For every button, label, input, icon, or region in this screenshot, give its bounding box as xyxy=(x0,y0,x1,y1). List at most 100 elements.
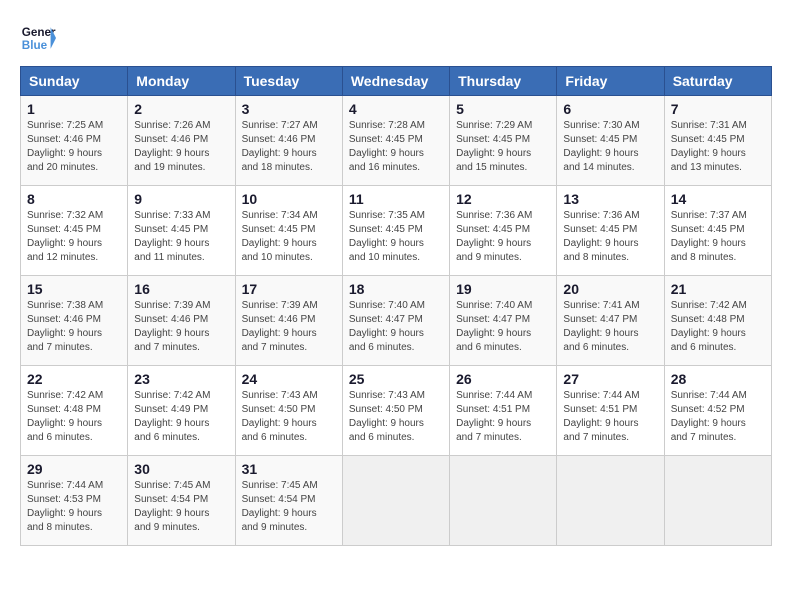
day-info: Sunrise: 7:42 AMSunset: 4:48 PMDaylight:… xyxy=(27,389,121,445)
calendar-cell: 29 Sunrise: 7:44 AMSunset: 4:53 PMDayligh… xyxy=(21,456,128,546)
day-info: Sunrise: 7:44 AMSunset: 4:51 PMDaylight:… xyxy=(456,389,550,445)
day-info: Sunrise: 7:44 AMSunset: 4:52 PMDaylight:… xyxy=(671,389,765,445)
calendar-body: 1Sunrise: 7:25 AMSunset: 4:46 PMDaylight… xyxy=(21,96,772,546)
calendar-cell: 23Sunrise: 7:42 AMSunset: 4:49 PMDayligh… xyxy=(128,366,235,456)
day-number: 3 xyxy=(242,101,336,117)
svg-text:Blue: Blue xyxy=(22,39,48,52)
day-number: 6 xyxy=(563,101,657,117)
calendar-cell: 12 Sunrise: 7:36 AMSunset: 4:45 PMDayligh… xyxy=(450,186,557,276)
day-number: 30 xyxy=(134,461,228,477)
calendar-cell xyxy=(450,456,557,546)
day-number: 21 xyxy=(671,281,765,297)
calendar-cell: 3 Sunrise: 7:27 AMSunset: 4:46 PMDaylight… xyxy=(235,96,342,186)
day-number: 8 xyxy=(27,191,121,207)
day-number: 9 xyxy=(134,191,228,207)
day-number: 25 xyxy=(349,371,443,387)
day-info: Sunrise: 7:44 AMSunset: 4:53 PMDaylight:… xyxy=(27,479,121,535)
day-info: Sunrise: 7:27 AMSunset: 4:46 PMDaylight:… xyxy=(242,119,336,175)
day-info: Sunrise: 7:30 AMSunset: 4:45 PMDaylight:… xyxy=(563,119,657,175)
day-number: 24 xyxy=(242,371,336,387)
day-number: 27 xyxy=(563,371,657,387)
day-info: Sunrise: 7:40 AMSunset: 4:47 PMDaylight:… xyxy=(456,299,550,355)
calendar-cell: 11 Sunrise: 7:35 AMSunset: 4:45 PMDayligh… xyxy=(342,186,449,276)
day-number: 7 xyxy=(671,101,765,117)
day-number: 29 xyxy=(27,461,121,477)
calendar-cell: 15 Sunrise: 7:38 AMSunset: 4:46 PMDayligh… xyxy=(21,276,128,366)
calendar-cell: 25 Sunrise: 7:43 AMSunset: 4:50 PMDayligh… xyxy=(342,366,449,456)
calendar-cell: 17 Sunrise: 7:39 AMSunset: 4:46 PMDayligh… xyxy=(235,276,342,366)
calendar-cell: 28 Sunrise: 7:44 AMSunset: 4:52 PMDayligh… xyxy=(664,366,771,456)
calendar-cell: 26 Sunrise: 7:44 AMSunset: 4:51 PMDayligh… xyxy=(450,366,557,456)
calendar-cell: 16 Sunrise: 7:39 AMSunset: 4:46 PMDayligh… xyxy=(128,276,235,366)
day-header-thursday: Thursday xyxy=(450,67,557,96)
calendar-table: SundayMondayTuesdayWednesdayThursdayFrid… xyxy=(20,66,772,546)
day-info: Sunrise: 7:45 AMSunset: 4:54 PMDaylight:… xyxy=(242,479,336,535)
calendar-cell: 1Sunrise: 7:25 AMSunset: 4:46 PMDaylight… xyxy=(21,96,128,186)
day-info: Sunrise: 7:31 AMSunset: 4:45 PMDaylight:… xyxy=(671,119,765,175)
day-number: 11 xyxy=(349,191,443,207)
day-header-saturday: Saturday xyxy=(664,67,771,96)
day-info: Sunrise: 7:28 AMSunset: 4:45 PMDaylight:… xyxy=(349,119,443,175)
day-number: 23 xyxy=(134,371,228,387)
day-header-friday: Friday xyxy=(557,67,664,96)
day-info: Sunrise: 7:38 AMSunset: 4:46 PMDaylight:… xyxy=(27,299,121,355)
day-number: 10 xyxy=(242,191,336,207)
day-info: Sunrise: 7:33 AMSunset: 4:45 PMDaylight:… xyxy=(134,209,228,265)
day-number: 15 xyxy=(27,281,121,297)
calendar-week-4: 22 Sunrise: 7:42 AMSunset: 4:48 PMDayligh… xyxy=(21,366,772,456)
calendar-cell: 27 Sunrise: 7:44 AMSunset: 4:51 PMDayligh… xyxy=(557,366,664,456)
calendar-cell: 31 Sunrise: 7:45 AMSunset: 4:54 PMDayligh… xyxy=(235,456,342,546)
calendar-cell: 8Sunrise: 7:32 AMSunset: 4:45 PMDaylight… xyxy=(21,186,128,276)
calendar-header: SundayMondayTuesdayWednesdayThursdayFrid… xyxy=(21,67,772,96)
day-info: Sunrise: 7:35 AMSunset: 4:45 PMDaylight:… xyxy=(349,209,443,265)
day-info: Sunrise: 7:34 AMSunset: 4:45 PMDaylight:… xyxy=(242,209,336,265)
day-number: 26 xyxy=(456,371,550,387)
calendar-cell: 10 Sunrise: 7:34 AMSunset: 4:45 PMDayligh… xyxy=(235,186,342,276)
day-info: Sunrise: 7:43 AMSunset: 4:50 PMDaylight:… xyxy=(349,389,443,445)
calendar-cell xyxy=(342,456,449,546)
day-number: 22 xyxy=(27,371,121,387)
day-number: 18 xyxy=(349,281,443,297)
day-number: 12 xyxy=(456,191,550,207)
day-number: 14 xyxy=(671,191,765,207)
day-info: Sunrise: 7:36 AMSunset: 4:45 PMDaylight:… xyxy=(456,209,550,265)
day-number: 17 xyxy=(242,281,336,297)
day-info: Sunrise: 7:37 AMSunset: 4:45 PMDaylight:… xyxy=(671,209,765,265)
day-info: Sunrise: 7:44 AMSunset: 4:51 PMDaylight:… xyxy=(563,389,657,445)
day-info: Sunrise: 7:45 AMSunset: 4:54 PMDaylight:… xyxy=(134,479,228,535)
day-info: Sunrise: 7:43 AMSunset: 4:50 PMDaylight:… xyxy=(242,389,336,445)
day-header-sunday: Sunday xyxy=(21,67,128,96)
day-header-wednesday: Wednesday xyxy=(342,67,449,96)
logo-icon: General Blue xyxy=(20,20,56,56)
day-number: 31 xyxy=(242,461,336,477)
day-info: Sunrise: 7:39 AMSunset: 4:46 PMDaylight:… xyxy=(242,299,336,355)
day-info: Sunrise: 7:26 AMSunset: 4:46 PMDaylight:… xyxy=(134,119,228,175)
day-info: Sunrise: 7:25 AMSunset: 4:46 PMDaylight:… xyxy=(27,119,121,175)
day-number: 4 xyxy=(349,101,443,117)
calendar-cell: 30 Sunrise: 7:45 AMSunset: 4:54 PMDayligh… xyxy=(128,456,235,546)
calendar-cell: 2Sunrise: 7:26 AMSunset: 4:46 PMDaylight… xyxy=(128,96,235,186)
calendar-week-3: 15 Sunrise: 7:38 AMSunset: 4:46 PMDayligh… xyxy=(21,276,772,366)
day-number: 16 xyxy=(134,281,228,297)
calendar-week-2: 8Sunrise: 7:32 AMSunset: 4:45 PMDaylight… xyxy=(21,186,772,276)
day-info: Sunrise: 7:42 AMSunset: 4:48 PMDaylight:… xyxy=(671,299,765,355)
day-info: Sunrise: 7:40 AMSunset: 4:47 PMDaylight:… xyxy=(349,299,443,355)
day-number: 28 xyxy=(671,371,765,387)
page-header: General Blue xyxy=(20,20,772,56)
logo: General Blue xyxy=(20,20,56,56)
calendar-cell: 14 Sunrise: 7:37 AMSunset: 4:45 PMDayligh… xyxy=(664,186,771,276)
calendar-cell xyxy=(557,456,664,546)
calendar-cell xyxy=(664,456,771,546)
calendar-week-1: 1Sunrise: 7:25 AMSunset: 4:46 PMDaylight… xyxy=(21,96,772,186)
calendar-cell: 13Sunrise: 7:36 AMSunset: 4:45 PMDayligh… xyxy=(557,186,664,276)
calendar-cell: 9 Sunrise: 7:33 AMSunset: 4:45 PMDaylight… xyxy=(128,186,235,276)
calendar-cell: 6 Sunrise: 7:30 AMSunset: 4:45 PMDaylight… xyxy=(557,96,664,186)
day-header-tuesday: Tuesday xyxy=(235,67,342,96)
day-number: 13 xyxy=(563,191,657,207)
day-number: 5 xyxy=(456,101,550,117)
calendar-cell: 18 Sunrise: 7:40 AMSunset: 4:47 PMDayligh… xyxy=(342,276,449,366)
day-info: Sunrise: 7:39 AMSunset: 4:46 PMDaylight:… xyxy=(134,299,228,355)
day-number: 20 xyxy=(563,281,657,297)
calendar-week-5: 29 Sunrise: 7:44 AMSunset: 4:53 PMDayligh… xyxy=(21,456,772,546)
calendar-cell: 21 Sunrise: 7:42 AMSunset: 4:48 PMDayligh… xyxy=(664,276,771,366)
